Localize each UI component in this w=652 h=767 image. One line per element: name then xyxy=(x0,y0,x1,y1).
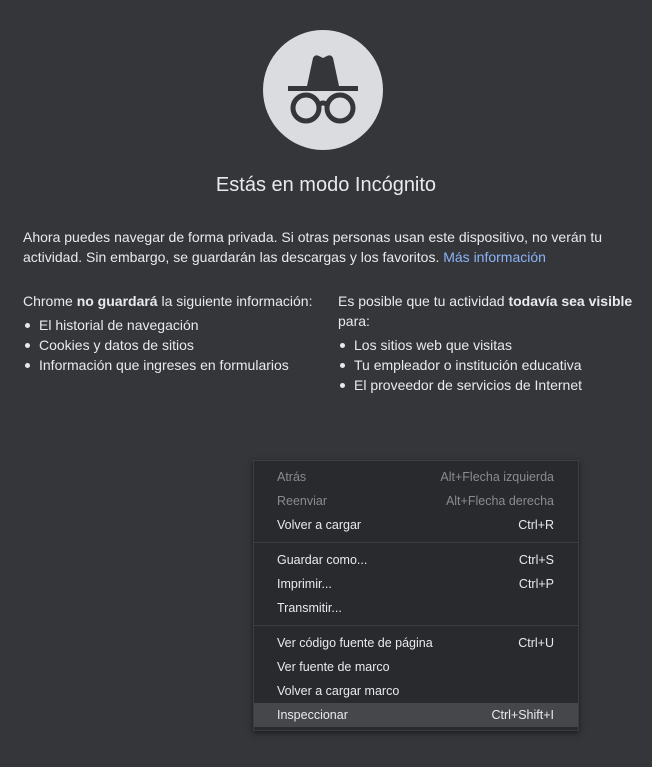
menu-item-forward[interactable]: Reenviar Alt+Flecha derecha xyxy=(254,489,578,513)
menu-item-label: Inspeccionar xyxy=(277,708,348,722)
incognito-logo xyxy=(263,30,383,150)
menu-item-shortcut: Ctrl+P xyxy=(518,577,554,591)
still-visible-column: Es posible que tu actividad todavía sea … xyxy=(338,291,633,395)
incognito-icon xyxy=(288,55,358,124)
menu-item-label: Atrás xyxy=(277,470,307,484)
menu-item-label: Imprimir... xyxy=(277,577,332,591)
still-visible-heading: Es posible que tu actividad todavía sea … xyxy=(338,291,633,331)
menu-item-shortcut: Alt+Flecha izquierda xyxy=(440,470,554,484)
menu-separator xyxy=(254,625,578,626)
list-item: El historial de navegación xyxy=(25,315,323,335)
menu-item-shortcut: Alt+Flecha derecha xyxy=(445,494,554,508)
menu-item-view-source[interactable]: Ver código fuente de página Ctrl+U xyxy=(254,631,578,655)
menu-item-print[interactable]: Imprimir... Ctrl+P xyxy=(254,572,578,596)
menu-separator xyxy=(254,542,578,543)
menu-item-label: Reenviar xyxy=(277,494,328,508)
context-menu: Atrás Alt+Flecha izquierda Reenviar Alt+… xyxy=(253,460,579,731)
heading-text: Chrome xyxy=(23,293,77,309)
page-title: Estás en modo Incógnito xyxy=(215,174,437,196)
heading-text: la siguiente información: xyxy=(157,293,313,309)
menu-item-shortcut: Ctrl+S xyxy=(518,553,554,567)
menu-item-label: Transmitir... xyxy=(277,601,342,615)
not-saved-column: Chrome no guardará la siguiente informac… xyxy=(23,291,323,375)
learn-more-link[interactable]: Más información xyxy=(443,249,546,265)
menu-item-label: Volver a cargar xyxy=(277,518,362,532)
menu-item-label: Guardar como... xyxy=(277,553,368,567)
menu-item-back[interactable]: Atrás Alt+Flecha izquierda xyxy=(254,465,578,489)
not-saved-list: El historial de navegación Cookies y dat… xyxy=(23,315,323,375)
list-item: Los sitios web que visitas xyxy=(340,335,633,355)
list-item: El proveedor de servicios de Internet xyxy=(340,375,633,395)
heading-text: Es posible que tu actividad xyxy=(338,293,509,309)
still-visible-list: Los sitios web que visitas Tu empleador … xyxy=(338,335,633,395)
menu-item-inspect[interactable]: Inspeccionar Ctrl+Shift+I xyxy=(254,703,578,727)
menu-item-cast[interactable]: Transmitir... xyxy=(254,596,578,620)
not-saved-heading: Chrome no guardará la siguiente informac… xyxy=(23,291,323,311)
menu-item-shortcut: Ctrl+U xyxy=(518,636,554,650)
heading-text: para: xyxy=(338,313,370,329)
menu-item-view-frame-source[interactable]: Ver fuente de marco xyxy=(254,655,578,679)
menu-item-shortcut: Ctrl+Shift+I xyxy=(491,708,554,722)
intro-paragraph: Ahora puedes navegar de forma privada. S… xyxy=(23,227,628,267)
menu-item-save-as[interactable]: Guardar como... Ctrl+S xyxy=(254,548,578,572)
menu-item-label: Ver código fuente de página xyxy=(277,636,433,650)
menu-item-reload-frame[interactable]: Volver a cargar marco xyxy=(254,679,578,703)
menu-item-reload[interactable]: Volver a cargar Ctrl+R xyxy=(254,513,578,537)
menu-item-label: Volver a cargar marco xyxy=(277,684,400,698)
list-item: Información que ingreses en formularios xyxy=(25,355,323,375)
heading-emphasis: todavía sea visible xyxy=(508,293,633,309)
menu-item-shortcut: Ctrl+R xyxy=(518,518,554,532)
menu-item-label: Ver fuente de marco xyxy=(277,660,390,674)
list-item: Tu empleador o institución educativa xyxy=(340,355,633,375)
heading-emphasis: no guardará xyxy=(76,293,158,309)
list-item: Cookies y datos de sitios xyxy=(25,335,323,355)
